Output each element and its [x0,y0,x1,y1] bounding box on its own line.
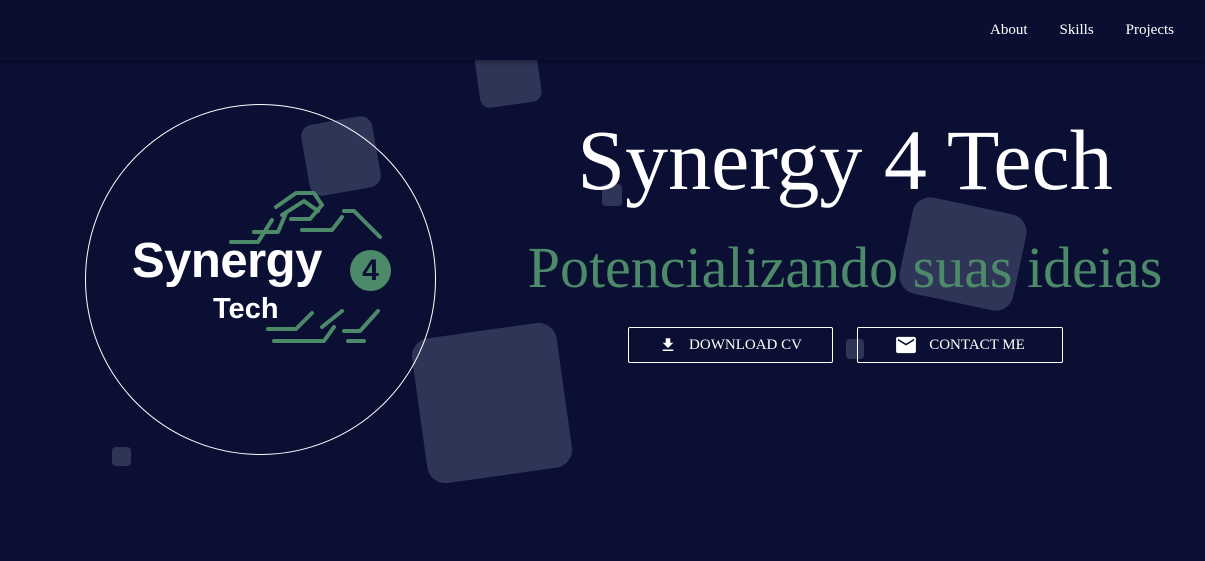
logo-four-badge: 4 [350,250,391,291]
page: About Skills Projects Synergy 4 Tech Syn… [0,0,1205,561]
nav-links: About Skills Projects [990,20,1174,40]
logo-synergy-text: Synergy [132,234,322,288]
logo-circle: Synergy 4 Tech [85,104,436,455]
nav-link-about[interactable]: About [990,20,1028,40]
nav-link-projects[interactable]: Projects [1126,20,1174,40]
mail-icon [895,336,917,354]
download-cv-button[interactable]: DOWNLOAD CV [628,327,833,363]
hero-title: Synergy 4 Tech [577,112,1113,208]
navbar: About Skills Projects [0,0,1205,60]
contact-me-label: CONTACT ME [929,336,1025,353]
nav-link-skills[interactable]: Skills [1059,20,1093,40]
contact-me-button[interactable]: CONTACT ME [857,327,1063,363]
hero-subtitle: Potencializando suas ideias [527,235,1163,300]
download-cv-label: DOWNLOAD CV [689,336,802,353]
download-icon [659,336,677,354]
logo-tech-text: Tech [213,293,279,325]
